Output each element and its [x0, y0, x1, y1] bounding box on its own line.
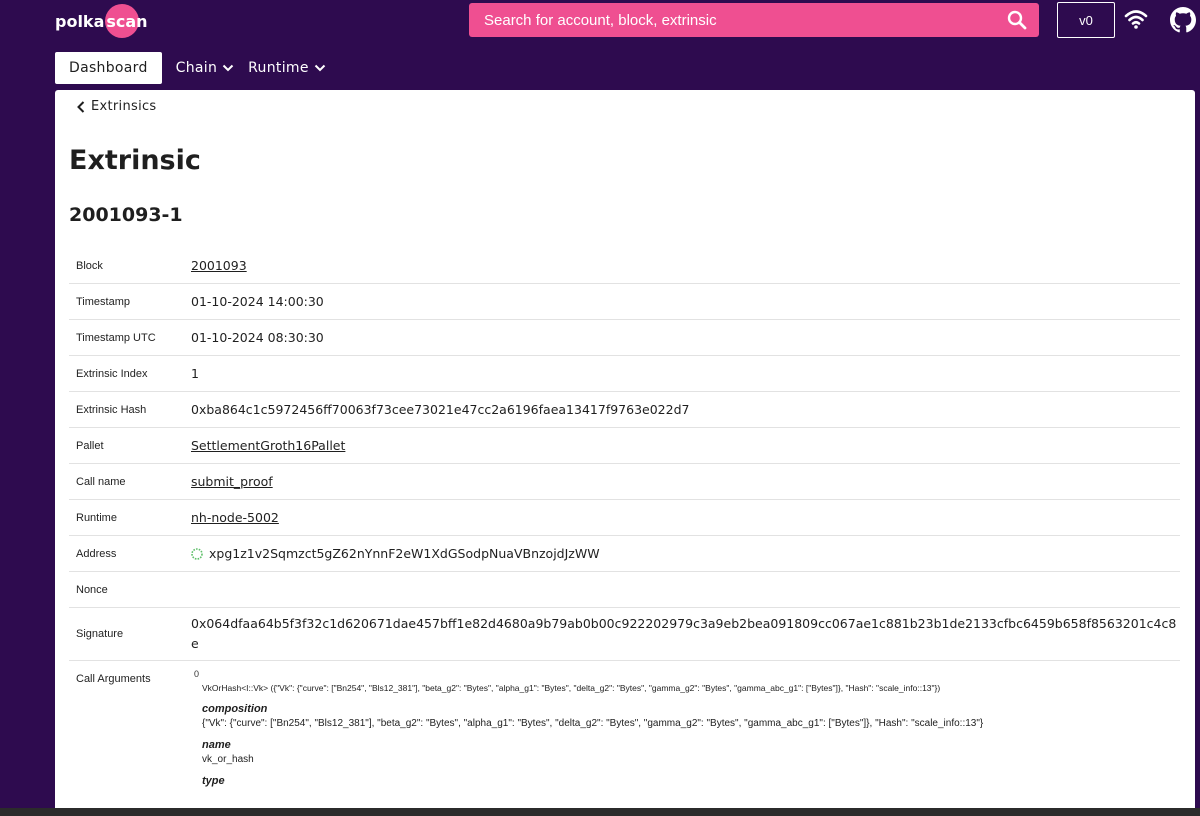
- extrinsic-card: Extrinsics Extrinsic 2001093-1 Block 200…: [55, 90, 1195, 816]
- row-block: Block 2001093: [69, 248, 1180, 284]
- extrinsic-id: 2001093-1: [69, 204, 183, 226]
- back-link-label: Extrinsics: [91, 99, 157, 114]
- chevron-left-icon: [77, 100, 85, 113]
- label-signature: Signature: [76, 628, 124, 640]
- label-call-name: Call name: [76, 475, 126, 488]
- tab-chain[interactable]: Chain: [168, 52, 235, 84]
- nonce-value: [191, 572, 1180, 607]
- version-button[interactable]: v0: [1057, 2, 1115, 38]
- search-icon[interactable]: [1007, 10, 1027, 30]
- row-extrinsic-index: Extrinsic Index 1: [69, 356, 1180, 392]
- identicon-icon: [191, 547, 203, 560]
- row-nonce: Nonce: [69, 572, 1180, 608]
- signature-value: 0x064dfaa64b5f3f32c1d620671dae457bff1e82…: [191, 616, 1177, 651]
- row-address: Address xpg1z1v2Sqmzct5gZ62nYnnF2eW1XdGS…: [69, 536, 1180, 572]
- label-timestamp: Timestamp: [76, 295, 130, 308]
- row-signature: Signature 0x064dfaa64b5f3f32c1d620671dae…: [69, 608, 1180, 661]
- pallet-link[interactable]: SettlementGroth16Pallet: [191, 438, 345, 453]
- chevron-down-icon: [222, 64, 234, 72]
- address-value[interactable]: xpg1z1v2Sqmzct5gZ62nYnnF2eW1XdGSodpNuaVB…: [191, 536, 1180, 571]
- composition-heading: composition: [202, 703, 268, 715]
- composition-value: {"Vk": {"curve": ["Bn254", "Bls12_381"],…: [202, 718, 984, 729]
- name-heading: name: [202, 739, 231, 751]
- tab-runtime[interactable]: Runtime: [240, 52, 326, 84]
- label-extrinsic-hash: Extrinsic Hash: [76, 403, 147, 416]
- details-table: Block 2001093 Timestamp 01-10-2024 14:00…: [69, 248, 1180, 811]
- address-text: xpg1z1v2Sqmzct5gZ62nYnnF2eW1XdGSodpNuaVB…: [209, 546, 600, 561]
- tab-runtime-label: Runtime: [248, 60, 309, 76]
- extrinsic-index-value: 1: [191, 366, 199, 381]
- back-link[interactable]: Extrinsics: [77, 99, 157, 114]
- bottom-bar: [0, 808, 1200, 816]
- argument-type-line: VkOrHash<I::Vk> ({"Vk": {"curve": ["Bn25…: [202, 683, 941, 693]
- timestamp-value: 01-10-2024 14:00:30: [191, 294, 324, 309]
- extrinsic-hash-value: 0xba864c1c5972456ff70063f73cee73021e47cc…: [191, 402, 690, 417]
- search-input[interactable]: [469, 3, 989, 37]
- label-address: Address: [76, 547, 117, 560]
- type-heading: type: [202, 775, 225, 787]
- search-bar[interactable]: [469, 3, 1039, 37]
- main-nav: Dashboard Chain Runtime: [55, 52, 326, 84]
- tab-dashboard-label: Dashboard: [69, 60, 148, 76]
- timestamp-utc-value: 01-10-2024 08:30:30: [191, 330, 324, 345]
- argument-index: 0: [194, 669, 200, 679]
- row-pallet: Pallet SettlementGroth16Pallet: [69, 428, 1180, 464]
- chevron-down-icon: [314, 64, 325, 72]
- row-call-arguments: Call Arguments 0 VkOrHash<I::Vk> ({"Vk":…: [69, 661, 1180, 811]
- tab-chain-label: Chain: [175, 60, 218, 76]
- row-call-name: Call name submit_proof: [69, 464, 1180, 500]
- label-runtime: Runtime: [76, 511, 117, 524]
- call-arguments: 0 VkOrHash<I::Vk> ({"Vk": {"curve": ["Bn…: [191, 661, 1171, 810]
- label-call-arguments: Call Arguments: [76, 673, 151, 685]
- label-pallet: Pallet: [76, 439, 104, 452]
- logo-circle: scan: [105, 4, 148, 38]
- polkascan-logo[interactable]: polka scan: [55, 4, 148, 38]
- page-title: Extrinsic: [69, 145, 201, 176]
- row-runtime: Runtime nh-node-5002: [69, 500, 1180, 536]
- name-value: vk_or_hash: [202, 754, 254, 765]
- row-extrinsic-hash: Extrinsic Hash 0xba864c1c5972456ff70063f…: [69, 392, 1180, 428]
- label-nonce: Nonce: [76, 583, 108, 596]
- call-name-link[interactable]: submit_proof: [191, 474, 273, 489]
- top-bar: polka scan v0: [0, 0, 1200, 44]
- tab-dashboard[interactable]: Dashboard: [55, 52, 162, 84]
- block-link[interactable]: 2001093: [191, 258, 247, 273]
- row-timestamp: Timestamp 01-10-2024 14:00:30: [69, 284, 1180, 320]
- logo-prefix: polka: [55, 11, 105, 31]
- logo-suffix: scan: [106, 12, 148, 31]
- wifi-icon[interactable]: [1124, 8, 1148, 30]
- row-timestamp-utc: Timestamp UTC 01-10-2024 08:30:30: [69, 320, 1180, 356]
- runtime-link[interactable]: nh-node-5002: [191, 510, 279, 525]
- label-timestamp-utc: Timestamp UTC: [76, 331, 156, 344]
- label-extrinsic-index: Extrinsic Index: [76, 367, 148, 380]
- github-icon[interactable]: [1170, 7, 1196, 33]
- label-block: Block: [76, 259, 103, 272]
